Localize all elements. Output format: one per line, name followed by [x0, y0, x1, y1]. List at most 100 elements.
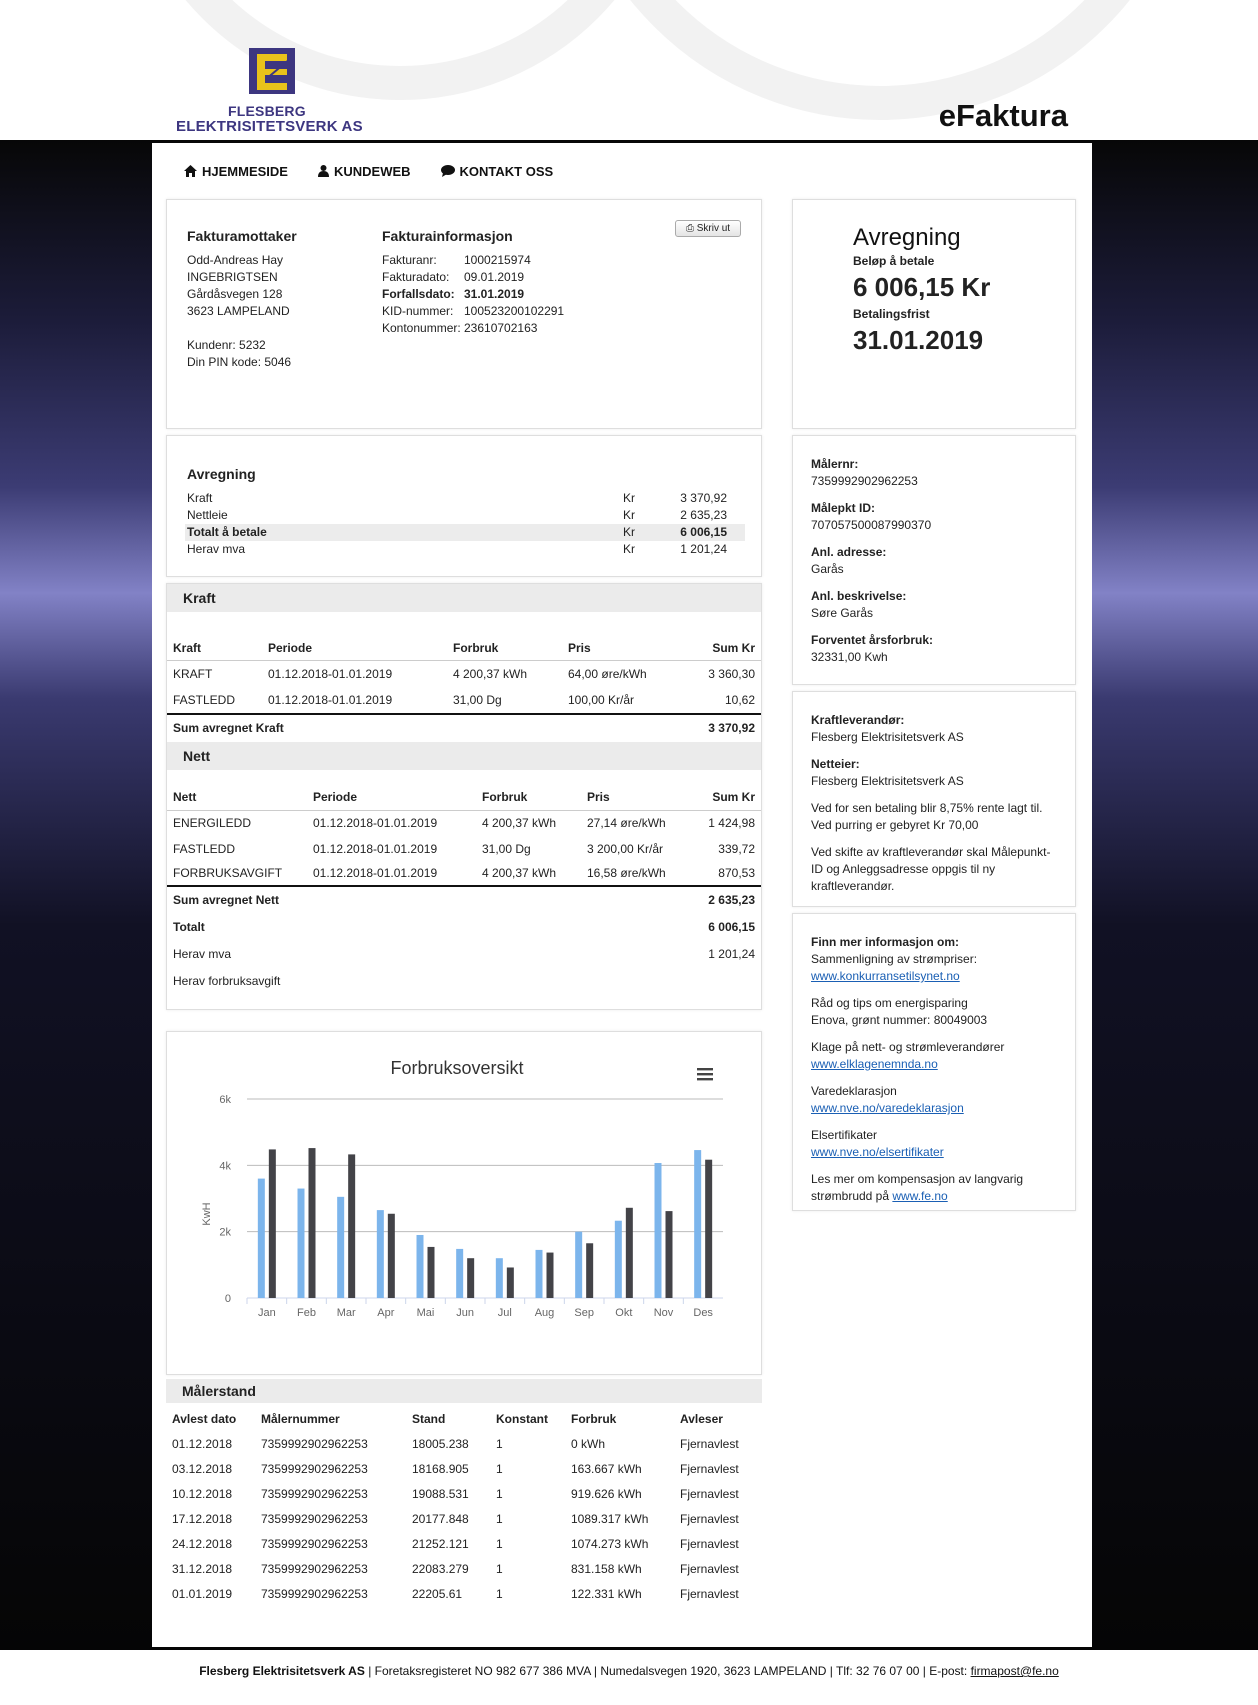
table-row: FASTLEDD 01.12.2018-01.01.2019 31,00 Dg 100…: [167, 687, 761, 714]
late-payment-note: Ved purring er gebyret Kr 70,00: [811, 818, 979, 832]
nav-kundeweb[interactable]: KUNDEWEB: [317, 162, 411, 180]
chart-bar[interactable]: [506, 1267, 514, 1298]
page-title: eFaktura: [938, 98, 1068, 133]
meter-info-value: 7359992902962253: [811, 474, 918, 488]
consumption-chart: Forbruksoversikt KwH 0 2k 4k 6k Jan Feb Mar Ap…: [201, 1058, 723, 1319]
nav-contact-label: KONTAKT OSS: [459, 163, 554, 179]
chart-bar[interactable]: [694, 1150, 702, 1298]
payment-summary-panel: Avregning Beløp å betale 6 006,15 Kr Bet…: [792, 199, 1076, 429]
info-text: Elsertifikater: [811, 1128, 878, 1142]
chart-bar[interactable]: [427, 1246, 435, 1298]
info-row-kid: KID-nummer: 100523200102291: [382, 304, 565, 318]
table-row: KRAFT 01.12.2018-01.01.2019 4 200,37 kWh 64…: [173, 666, 755, 681]
nav-home[interactable]: HJEMMESIDE: [184, 162, 288, 180]
chart-bar[interactable]: [575, 1231, 583, 1298]
summary-heading: Avregning: [853, 224, 961, 251]
readings-table: Avlest dato Målernummer Stand Konstant Forbr…: [166, 1407, 762, 1606]
invoice-header-panel: Fakturamottaker Odd-Andreas Hay INGEBRIG…: [166, 199, 762, 429]
table-cell: 7359992902962253: [261, 1436, 368, 1451]
kraft-section-header: Kraft: [167, 584, 761, 612]
chart-bar[interactable]: [297, 1188, 305, 1298]
table-cell: 24.12.2018: [172, 1536, 233, 1551]
logo-text-line1: FLESBERG: [228, 103, 306, 119]
switch-supplier-note: Ved skifte av kraftleverandør skal Målep…: [811, 845, 1051, 859]
consumption-chart-panel: Forbruksoversikt KwH 0 2k 4k 6k Jan Feb Mar Ap…: [166, 1031, 762, 1375]
chart-menu-icon[interactable]: [697, 1068, 713, 1081]
table-cell: Fjernavlest: [680, 1486, 739, 1501]
customer-number: Kundenr: 5232: [187, 338, 266, 352]
table-cell: 03.12.2018: [172, 1461, 233, 1476]
y-tick-label: 4k: [219, 1160, 231, 1172]
chart-bar[interactable]: [308, 1148, 316, 1298]
user-icon: [317, 165, 329, 177]
nett-section-header: Nett: [167, 742, 761, 770]
invoice-info-heading: Fakturainformasjon: [382, 228, 513, 244]
chart-bar[interactable]: [586, 1243, 594, 1298]
link-fe[interactable]: www.fe.no: [892, 1189, 947, 1203]
nav-contact[interactable]: KONTAKT OSS: [440, 162, 554, 180]
nav-kundeweb-label: KUNDEWEB: [333, 163, 411, 179]
table-cell: 1: [496, 1561, 503, 1576]
info-text: strømbrudd på www.fe.no: [811, 1189, 948, 1203]
chart-bar[interactable]: [654, 1163, 662, 1298]
kraft-table: Kraft Periode Forbruk Pris Sum Kr KRAFT 01.12…: [167, 636, 761, 740]
meter-info-panel: Målernr: 7359992902962253 Målepkt ID: 70…: [792, 435, 1076, 685]
link-konkurransetilsynet[interactable]: www.konkurransetilsynet.no: [811, 968, 1023, 985]
table-cell: 831.158 kWh: [571, 1561, 642, 1576]
info-links-panel: Finn mer informasjon om: Sammenligning a…: [792, 913, 1076, 1211]
table-cell: 18168.905: [412, 1461, 469, 1476]
chart-bar[interactable]: [467, 1258, 475, 1298]
chart-bar[interactable]: [546, 1252, 554, 1298]
chart-bar[interactable]: [387, 1213, 395, 1298]
recipient-line: 3623 LAMPELAND: [187, 304, 290, 318]
settlement-total-row: Totalt å betale Kr 6 006,15: [185, 524, 745, 541]
nav-home-label: HJEMMESIDE: [202, 163, 288, 179]
chart-bar[interactable]: [348, 1154, 356, 1298]
chart-bar[interactable]: [268, 1149, 276, 1298]
table-cell: 21252.121: [412, 1536, 469, 1551]
table-cell: 1: [496, 1436, 503, 1451]
link-elsertifikater[interactable]: www.nve.no/elsertifikater: [811, 1144, 1023, 1161]
table-cell: 1: [496, 1511, 503, 1526]
main-nav: HJEMMESIDE KUNDEWEB KONTAKT OSS: [184, 162, 553, 180]
chart-bar[interactable]: [535, 1249, 543, 1298]
meter-info-value: 707057500087990370: [811, 518, 932, 532]
y-axis-label: KwH: [201, 1202, 213, 1225]
table-cell: 1: [496, 1461, 503, 1476]
footer-email-link[interactable]: firmapost@fe.no: [971, 1664, 1059, 1678]
table-cell: 01.12.2018: [172, 1436, 233, 1451]
settlement-row: Nettleie Kr 2 635,23: [187, 508, 727, 522]
table-cell: 7359992902962253: [261, 1561, 368, 1576]
chart-bar[interactable]: [495, 1258, 503, 1298]
table-cell: 22205.61: [412, 1586, 463, 1601]
footer-text: | Foretaksregisteret NO 982 677 386 MVA …: [364, 1664, 971, 1678]
chart-bar[interactable]: [337, 1196, 345, 1298]
grid-owner-label: Netteier:: [811, 757, 860, 771]
chart-bar[interactable]: [614, 1220, 622, 1298]
chart-bar[interactable]: [625, 1207, 633, 1298]
chart-bar[interactable]: [456, 1248, 464, 1298]
chart-bar[interactable]: [257, 1178, 265, 1298]
table-cell: 122.331 kWh: [571, 1586, 642, 1601]
chart-bar[interactable]: [705, 1159, 713, 1298]
table-cell: Fjernavlest: [680, 1561, 739, 1576]
company-logo[interactable]: FLESBERG ELEKTRISITETSVERK AS: [176, 48, 376, 136]
table-cell: 01.01.2019: [172, 1586, 233, 1601]
link-varedeklarasjon[interactable]: www.nve.no/varedeklarasjon: [811, 1100, 1023, 1117]
chart-title: Forbruksoversikt: [390, 1058, 523, 1078]
supplier-value: Flesberg Elektrisitetsverk AS: [811, 730, 964, 744]
print-button[interactable]: ⎙ Skriv ut: [675, 220, 741, 237]
chart-bar[interactable]: [416, 1234, 424, 1298]
meter-readings: Målerstand Avlest dato Målernummer Stand Ko…: [166, 1379, 762, 1606]
table-row: 01.01.2019 7359992902962253 22205.61 1 122.3…: [166, 1581, 762, 1606]
chart-bar[interactable]: [665, 1211, 673, 1298]
link-elklagenemnda[interactable]: www.elklagenemnda.no: [811, 1056, 1023, 1073]
table-cell: 20177.848: [412, 1511, 469, 1526]
x-tick-label: Okt: [615, 1307, 632, 1319]
info-text: Sammenligning av strømpriser:: [811, 952, 978, 966]
chart-bar[interactable]: [376, 1210, 384, 1298]
table-cell: 10.12.2018: [172, 1486, 233, 1501]
table-row: 17.12.2018 7359992902962253 20177.848 1 1089…: [166, 1506, 762, 1531]
table-cell: 1089.317 kWh: [571, 1511, 649, 1526]
settlement-panel: Avregning Kraft Kr 3 370,92 Nettleie Kr 2 63…: [166, 435, 762, 577]
